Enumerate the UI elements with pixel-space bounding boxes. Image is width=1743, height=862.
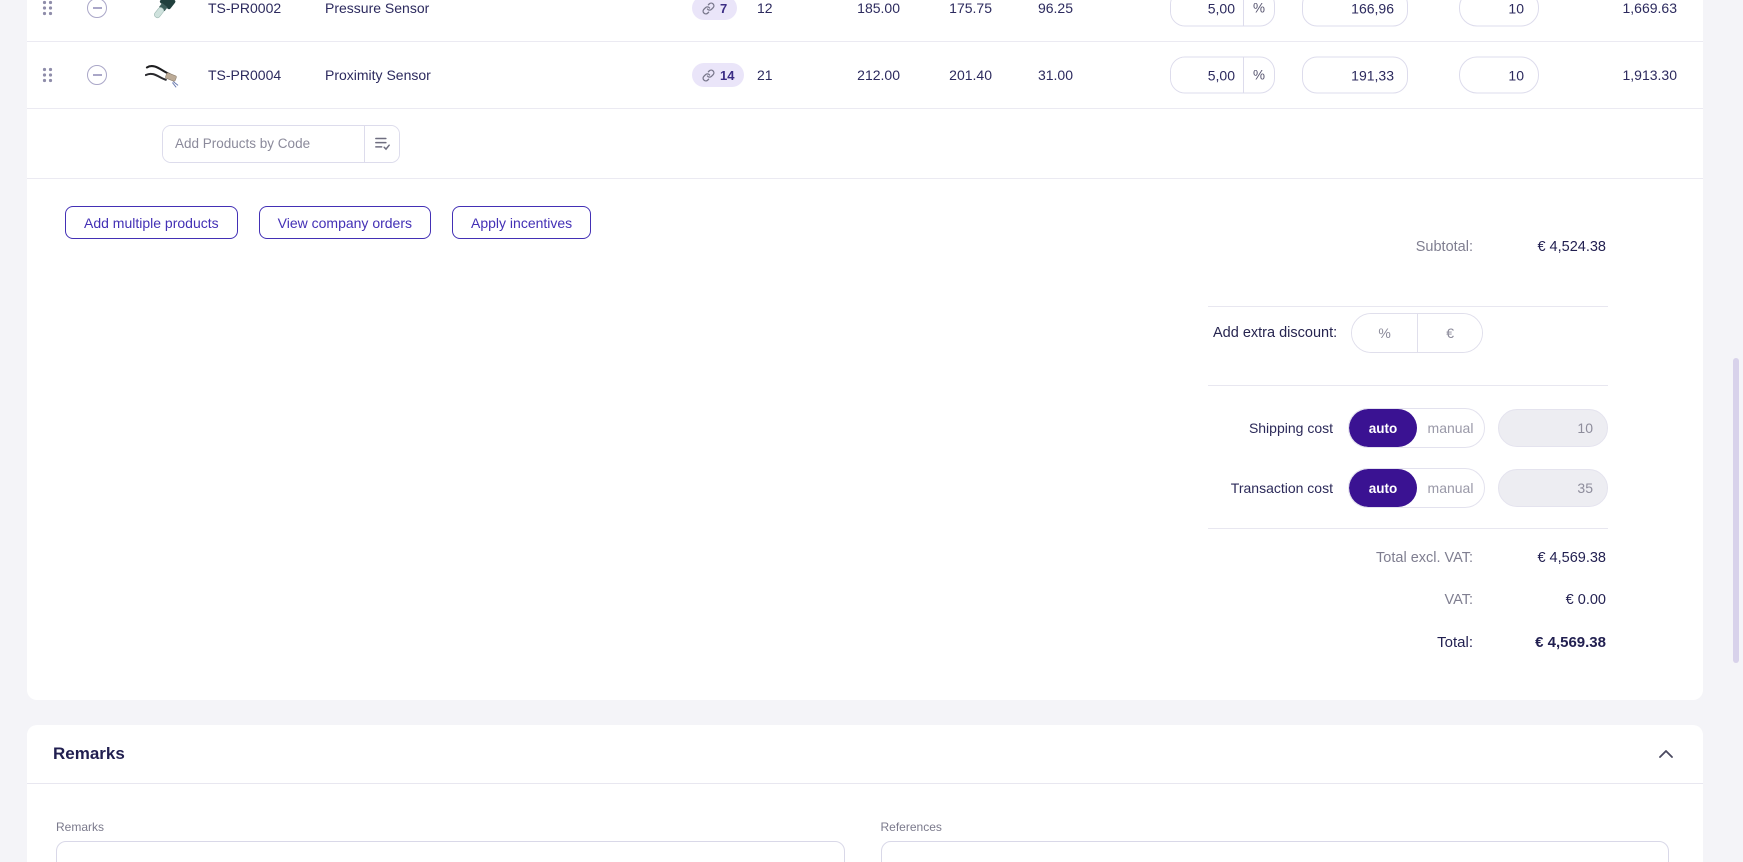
totals-panel: Subtotal: € 4,524.38 Add extra discount:… [1208,225,1608,663]
chevron-up-icon [1659,749,1673,758]
apply-incentives-button[interactable]: Apply incentives [452,206,592,239]
discount-input-group: % [1170,0,1275,27]
extra-discount-row: Add extra discount: % € [1208,309,1608,357]
shipping-cost-row: Shipping cost auto manual [1208,408,1608,448]
transaction-auto-button[interactable]: auto [1349,469,1417,507]
discount-unit: % [1243,57,1274,93]
remarks-body: Remarks References [27,784,1703,862]
list-price: 201.40 [949,67,992,83]
add-product-row [27,109,1703,179]
discount-euro-button[interactable]: € [1417,314,1483,352]
shipping-auto-button[interactable]: auto [1349,409,1417,447]
list-price: 175.75 [949,0,992,16]
product-row: TS-PR0004 Proximity Sensor 14 21 212.00 … [27,42,1703,109]
total-excl-vat-value: € 4,569.38 [1537,550,1606,566]
divider [1208,306,1608,307]
divider [1208,528,1608,529]
total-label: Total: [1437,633,1473,651]
stock-quantity: 12 [757,0,773,16]
vat-value: € 0.00 [1565,592,1606,608]
references-field-label: References [880,820,942,834]
discount-input[interactable] [1171,57,1243,93]
remarks-heading: Remarks [53,744,125,763]
remarks-field-col: Remarks [56,820,845,862]
product-rows: TS-PR0002 Pressure Sensor 7 12 185.00 17… [27,0,1703,239]
product-name: Proximity Sensor [325,67,431,83]
remove-product-button[interactable] [87,0,107,18]
gross-price: 212.00 [857,67,900,83]
total-value: € 4,569.38 [1535,633,1606,651]
remove-product-button[interactable] [87,65,107,85]
shipping-cost-toggle: auto manual [1348,408,1485,448]
net-price-input[interactable] [1302,56,1408,94]
transaction-cost-input [1498,469,1608,507]
drag-handle-icon[interactable] [42,67,53,83]
discount-type-selector: % € [1351,313,1484,353]
add-products-by-code-group [162,124,400,163]
discount-input[interactable] [1171,0,1243,26]
shipping-cost-label: Shipping cost [1248,420,1333,436]
remarks-card: Remarks Remarks References [27,725,1703,862]
add-multiple-products-button[interactable]: Add multiple products [65,206,238,239]
gross-price: 185.00 [857,0,900,16]
extra-discount-label: Add extra discount: [1213,325,1338,341]
shipping-cost-input [1498,409,1608,447]
subtotal-label: Subtotal: [1415,239,1473,255]
linked-orders-badge[interactable]: 14 [692,63,745,87]
quantity-input[interactable] [1459,0,1539,27]
remarks-header: Remarks [27,725,1703,784]
product-name: Pressure Sensor [325,0,430,16]
transaction-cost-toggle: auto manual [1348,468,1485,508]
extra-price: 96.25 [1037,0,1073,16]
add-by-code-submit-button[interactable] [364,125,399,162]
view-company-orders-button[interactable]: View company orders [258,206,432,239]
product-image [145,58,179,92]
stock-quantity: 21 [757,67,773,83]
total-row: Total: € 4,569.38 [1208,621,1608,663]
product-code[interactable]: TS-PR0004 [208,67,318,83]
total-excl-vat-row: Total excl. VAT: € 4,569.38 [1208,537,1608,579]
total-excl-vat-label: Total excl. VAT: [1376,550,1473,566]
vat-row: VAT: € 0.00 [1208,579,1608,621]
shipping-manual-button[interactable]: manual [1417,409,1484,447]
product-row: TS-PR0002 Pressure Sensor 7 12 185.00 17… [27,0,1703,42]
linked-count: 7 [720,0,728,16]
product-code[interactable]: TS-PR0002 [208,0,318,16]
transaction-cost-row: Transaction cost auto manual [1208,468,1608,508]
remarks-field-label: Remarks [56,820,105,834]
divider [1208,385,1608,386]
add-products-by-code-input[interactable] [163,125,364,162]
order-products-card: TS-PR0002 Pressure Sensor 7 12 185.00 17… [27,0,1703,700]
subtotal-value: € 4,524.38 [1537,239,1606,255]
list-check-icon [374,137,390,151]
vat-label: VAT: [1444,592,1473,608]
linked-count: 14 [720,67,735,83]
references-field-col: References [880,820,1669,862]
references-textarea[interactable] [880,841,1669,862]
link-icon [702,68,715,82]
transaction-manual-button[interactable]: manual [1417,469,1484,507]
discount-unit: % [1243,0,1274,26]
linked-orders-badge[interactable]: 7 [692,0,738,20]
row-total: 1,913.30 [1622,67,1678,83]
remarks-textarea[interactable] [56,841,845,862]
transaction-cost-label: Transaction cost [1230,480,1333,496]
row-total: 1,669.63 [1622,0,1678,16]
discount-input-group: % [1170,56,1275,94]
extra-price: 31.00 [1037,67,1073,83]
quantity-input[interactable] [1459,56,1539,94]
discount-percent-button[interactable]: % [1352,314,1418,352]
collapse-section-button[interactable] [1652,739,1680,767]
drag-handle-icon[interactable] [42,0,53,16]
product-image [145,0,179,25]
link-icon [702,1,715,15]
subtotal-row: Subtotal: € 4,524.38 [1208,225,1608,269]
grand-totals: Total excl. VAT: € 4,569.38 VAT: € 0.00 … [1208,537,1608,663]
vertical-scrollbar[interactable] [1733,358,1739,663]
net-price-input[interactable] [1302,0,1408,27]
